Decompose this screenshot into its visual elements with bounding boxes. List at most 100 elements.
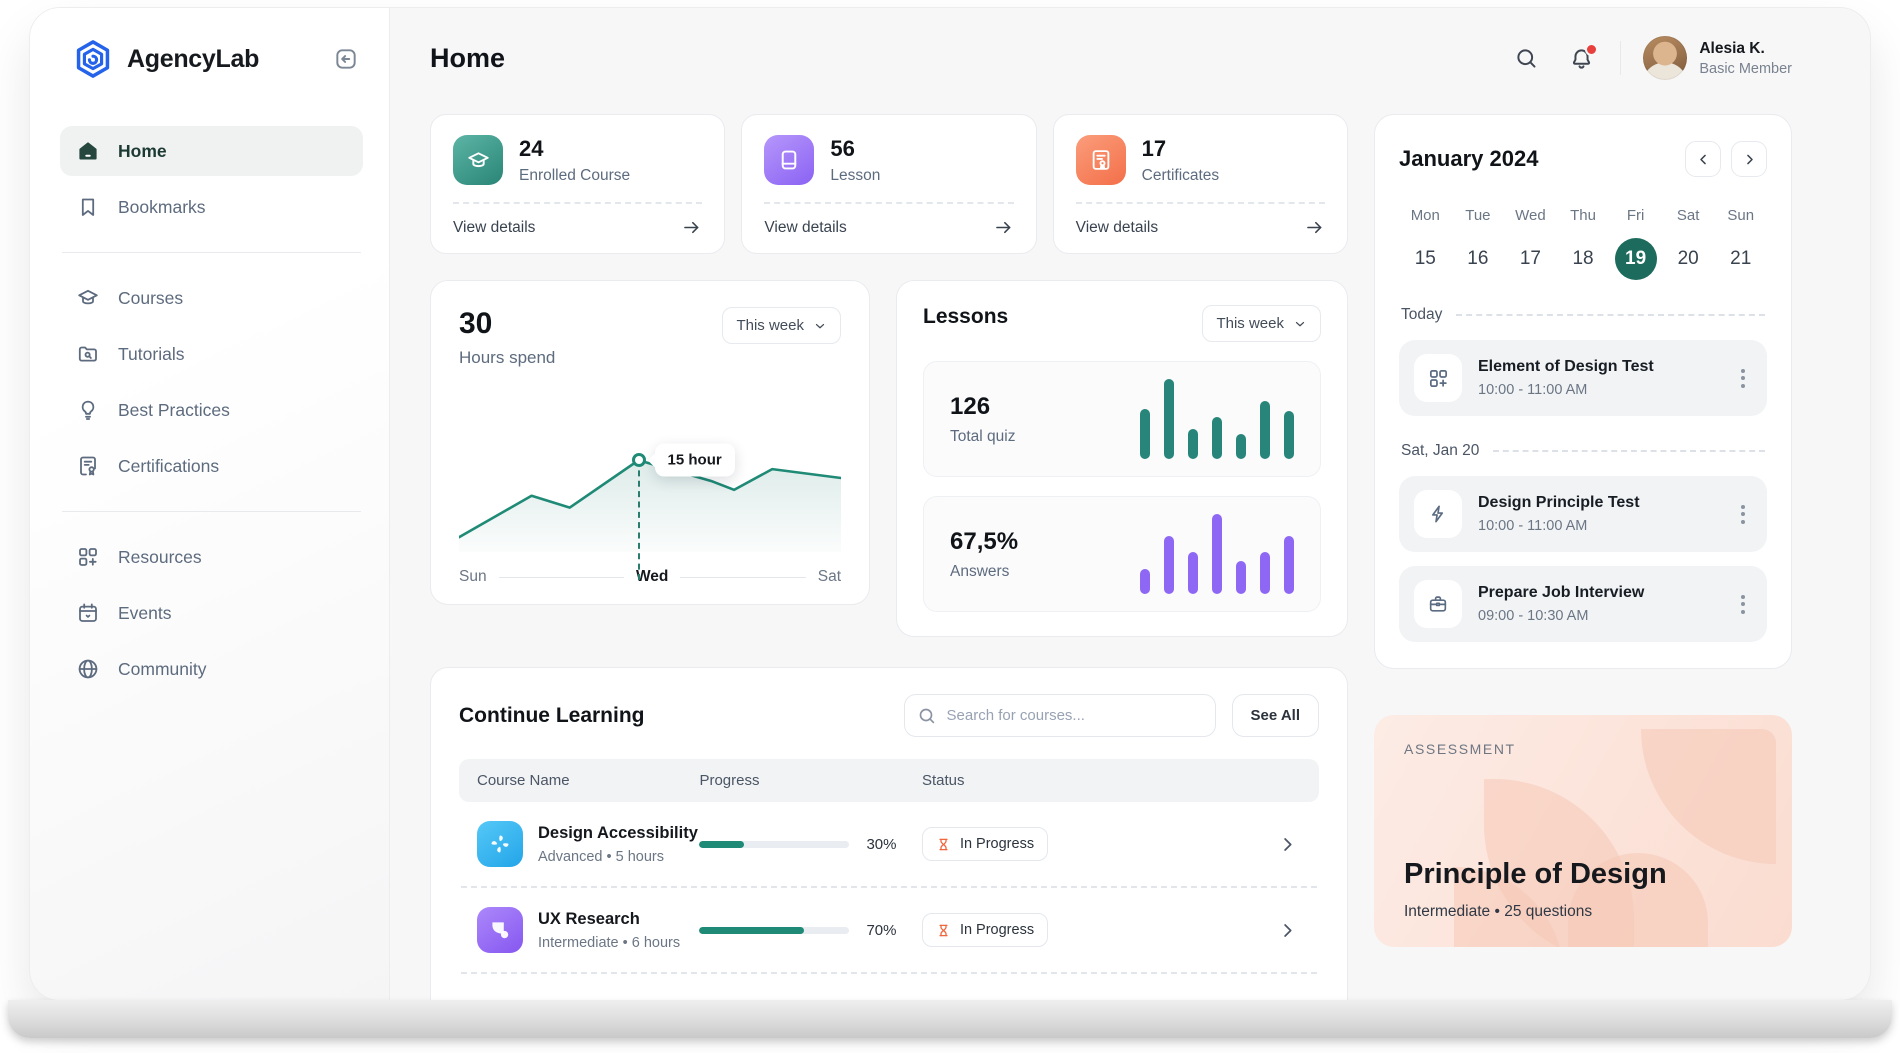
chart-tooltip: 15 hour [655, 444, 735, 477]
answers-stat: 67,5% Answers [923, 496, 1321, 612]
calendar-date-selected[interactable]: 19 [1609, 238, 1662, 280]
calendar-date[interactable]: 15 [1399, 238, 1452, 280]
progress-bar [699, 841, 849, 848]
event-menu-button[interactable] [1733, 499, 1753, 530]
event-menu-button[interactable] [1733, 589, 1753, 620]
course-meta: Intermediate • 6 hours [538, 935, 680, 951]
sidebar-item-label: Home [118, 141, 167, 162]
chart-drop-line [638, 460, 640, 580]
row-chevron-right-icon[interactable] [1274, 917, 1301, 944]
calendar-date[interactable]: 20 [1662, 238, 1715, 280]
lessons-period-select[interactable]: This week [1202, 305, 1321, 342]
table-row[interactable]: Design Accessibility Advanced • 5 hours … [459, 802, 1319, 886]
main-header: Home Alesia [430, 36, 1792, 80]
search-icon [1514, 46, 1539, 71]
arrow-right-icon [993, 217, 1014, 238]
sidebar-item-label: Events [118, 603, 172, 624]
event-prepare-job-interview[interactable]: Prepare Job Interview 09:00 - 10:30 AM [1399, 566, 1767, 642]
sidebar-item-courses[interactable]: Courses [60, 273, 363, 323]
event-time: 10:00 - 11:00 AM [1478, 518, 1640, 534]
sidebar-item-label: Community [118, 659, 207, 680]
total-quiz-stat: 126 Total quiz [923, 361, 1321, 477]
assessment-title: Principle of Design [1404, 858, 1762, 891]
calendar-day-names: Mon Tue Wed Thu Fri Sat Sun [1399, 207, 1767, 224]
left-column: 24 Enrolled Course View details [430, 114, 1348, 1000]
course-search-input[interactable] [904, 694, 1216, 737]
folder-search-icon [76, 342, 100, 366]
sidebar-item-certifications[interactable]: Certifications [60, 441, 363, 491]
laptop-base [8, 1000, 1892, 1038]
calendar-date[interactable]: 21 [1714, 238, 1767, 280]
calendar-icon [76, 601, 100, 625]
calendar-prev-button[interactable] [1685, 141, 1721, 177]
hours-period-select[interactable]: This week [722, 307, 841, 344]
event-title: Prepare Job Interview [1478, 584, 1644, 602]
axis-label-sun: Sun [459, 568, 487, 586]
stat-value: 56 [830, 136, 880, 162]
table-row[interactable]: UX Research Intermediate • 6 hours 70% [459, 888, 1319, 972]
user-menu[interactable]: Alesia K. Basic Member [1643, 36, 1792, 80]
event-element-of-design-test[interactable]: Element of Design Test 10:00 - 11:00 AM [1399, 340, 1767, 416]
sidebar-item-label: Best Practices [118, 400, 230, 421]
event-design-principle-test[interactable]: Design Principle Test 10:00 - 11:00 AM [1399, 476, 1767, 552]
hourglass-icon [936, 837, 951, 852]
chart-marker[interactable] [632, 453, 646, 467]
progress-label: 70% [866, 922, 896, 939]
user-name: Alesia K. [1699, 40, 1792, 58]
sidebar-item-resources[interactable]: Resources [60, 532, 363, 582]
calendar-date[interactable]: 18 [1557, 238, 1610, 280]
chevron-right-icon [1742, 152, 1757, 167]
sidebar-collapse-button[interactable] [329, 42, 363, 76]
search-button[interactable] [1510, 42, 1543, 75]
row-chevron-right-icon[interactable] [1274, 831, 1301, 858]
chevron-left-icon [1696, 152, 1711, 167]
lessons-title: Lessons [923, 305, 1008, 329]
view-details-link[interactable]: View details [1076, 202, 1325, 238]
grid-plus-icon [1414, 354, 1462, 402]
sidebar-item-bookmarks[interactable]: Bookmarks [60, 182, 363, 232]
status-badge[interactable]: In Progress [922, 827, 1048, 861]
answers-value: 67,5% [950, 528, 1018, 556]
stats-row: 24 Enrolled Course View details [430, 114, 1348, 254]
status-badge[interactable]: In Progress [922, 913, 1048, 947]
sidebar-item-best-practices[interactable]: Best Practices [60, 385, 363, 435]
sidebar-divider [62, 511, 361, 512]
chart-x-axis: Sun Wed Sat [459, 568, 841, 586]
sidebar-item-home[interactable]: Home [60, 126, 363, 176]
event-title: Element of Design Test [1478, 358, 1654, 376]
sidebar-item-tutorials[interactable]: Tutorials [60, 329, 363, 379]
axis-label-sat: Sat [818, 568, 841, 586]
axis-label-wed: Wed [636, 568, 668, 586]
sidebar-item-label: Resources [118, 547, 202, 568]
calendar-date[interactable]: 17 [1504, 238, 1557, 280]
assessment-meta: Intermediate • 25 questions [1404, 903, 1762, 921]
user-role: Basic Member [1699, 61, 1792, 77]
notifications-button[interactable] [1565, 42, 1598, 75]
see-all-button[interactable]: See All [1232, 694, 1319, 737]
schedule-section-today: Today [1401, 306, 1765, 324]
sidebar-item-label: Tutorials [118, 344, 184, 365]
event-menu-button[interactable] [1733, 363, 1753, 394]
sidebar-item-events[interactable]: Events [60, 588, 363, 638]
course-name: UX Research [538, 910, 680, 929]
total-quiz-label: Total quiz [950, 428, 1015, 446]
schedule-section-sat-jan-20: Sat, Jan 20 [1401, 442, 1765, 460]
stat-label: Lesson [830, 167, 880, 185]
calendar-date[interactable]: 16 [1452, 238, 1505, 280]
course-icon [477, 821, 523, 867]
certificate-icon [76, 454, 100, 478]
briefcase-icon [1414, 580, 1462, 628]
calendar-next-button[interactable] [1731, 141, 1767, 177]
view-details-link[interactable]: View details [764, 202, 1013, 238]
view-details-link[interactable]: View details [453, 202, 702, 238]
assessment-card[interactable]: ASSESSMENT Principle of Design Intermedi… [1374, 715, 1792, 947]
stat-label: Certificates [1142, 167, 1220, 185]
event-title: Design Principle Test [1478, 494, 1640, 512]
hours-line-chart: 15 hour [459, 404, 841, 552]
calendar-month-title: January 2024 [1399, 146, 1538, 172]
sidebar-item-community[interactable]: Community [60, 644, 363, 694]
sidebar-nav: Home Bookmarks Courses [60, 126, 363, 694]
stat-card-certificates: 17 Certificates View details [1053, 114, 1348, 254]
total-quiz-value: 126 [950, 393, 1015, 421]
calendar-card: January 2024 Mon Tue [1374, 114, 1792, 669]
